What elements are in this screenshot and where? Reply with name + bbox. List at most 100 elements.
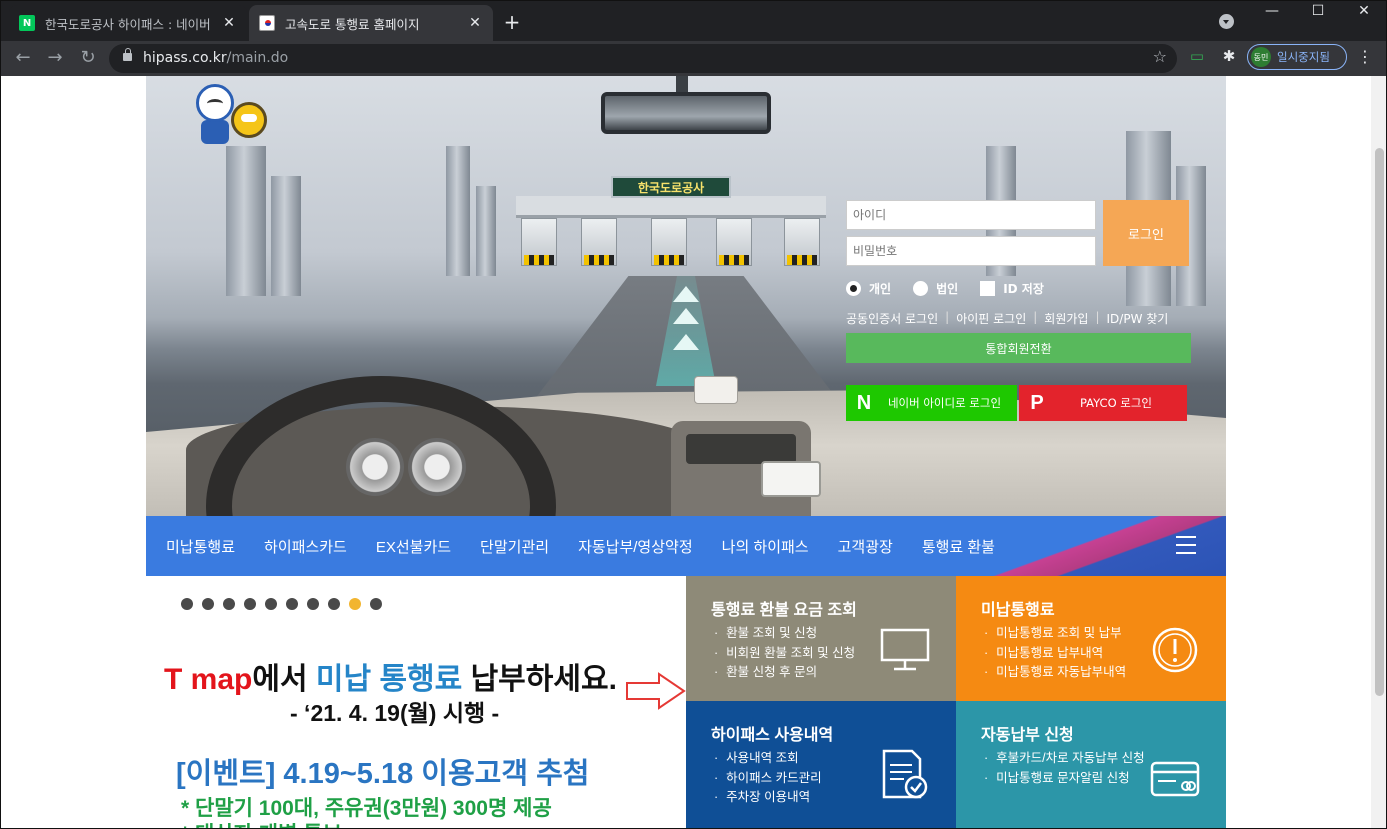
carousel-dot[interactable] xyxy=(328,598,340,610)
tab-naver[interactable]: N 한국도로공사 하이패스 : 네이버 ✕ xyxy=(9,5,247,41)
nav-item-my-hipass[interactable]: 나의 하이패스 xyxy=(722,536,809,557)
tmap-text: T map xyxy=(164,663,253,696)
carousel-dot[interactable] xyxy=(265,598,277,610)
url-host: hipass.co.kr xyxy=(143,50,227,66)
login-button[interactable]: 로그인 xyxy=(1103,200,1189,266)
radio-personal-label: 개인 xyxy=(869,282,892,296)
tile-link[interactable]: 비회원 환불 조회 및 신청 xyxy=(714,644,855,664)
nav-item-unpaid[interactable]: 미납통행료 xyxy=(166,536,235,557)
profile-button[interactable]: 동민 일시중지됨 xyxy=(1247,44,1347,70)
tile-link[interactable]: 하이패스 카드관리 xyxy=(714,769,821,789)
mascot-body xyxy=(201,120,229,144)
dashcam xyxy=(694,376,738,404)
hamburger-menu-icon[interactable] xyxy=(1176,536,1196,554)
rearview-mirror xyxy=(601,92,771,134)
maximize-button[interactable]: ☐ xyxy=(1295,1,1341,23)
carousel-dot[interactable] xyxy=(244,598,256,610)
tv-extension-icon[interactable]: ▭ xyxy=(1187,47,1207,65)
carousel-dot[interactable] xyxy=(370,598,382,610)
nav-item-customer[interactable]: 고객광장 xyxy=(838,536,893,557)
nav-item-autopay[interactable]: 자동납부/영상약정 xyxy=(578,536,693,557)
payco-login-button[interactable]: P PAYCO 로그인 xyxy=(1019,385,1187,421)
hero-visual: 한국도로공사 xyxy=(146,76,1226,516)
radio-corporate[interactable] xyxy=(913,281,929,296)
radio-personal[interactable] xyxy=(846,281,861,296)
console-screen xyxy=(686,434,796,464)
tile-unpaid[interactable]: 미납통행료 미납통행료 조회 및 납부 미납통행료 납부내역 미납통행료 자동납… xyxy=(956,576,1226,701)
close-tab-icon[interactable]: ✕ xyxy=(221,15,237,31)
tab-hipass[interactable]: 고속도로 통행료 홈페이지 ✕ xyxy=(249,5,493,41)
tile-autopay[interactable]: 자동납부 신청 후불카드/차로 자동납부 신청 미납통행료 문자알림 신청 xyxy=(956,701,1226,828)
event-banner[interactable]: T map에서 미납 통행료 납부하세요. - ‘21. 4. 19(월) 시행… xyxy=(146,576,686,828)
back-icon[interactable]: ← xyxy=(11,47,35,71)
password-input[interactable] xyxy=(846,236,1096,266)
mascot-car xyxy=(231,102,267,138)
integrated-member-button[interactable]: 통합회원전환 xyxy=(846,333,1191,363)
tile-link[interactable]: 미납통행료 조회 및 납부 xyxy=(984,624,1126,644)
bookmark-star-icon[interactable]: ☆ xyxy=(1153,47,1167,66)
nav-item-hipass-card[interactable]: 하이패스카드 xyxy=(264,536,347,557)
mascot-logo[interactable] xyxy=(191,84,271,146)
tile-link[interactable]: 환불 조회 및 신청 xyxy=(714,624,855,644)
carousel-dot[interactable] xyxy=(223,598,235,610)
main-nav: 미납통행료 하이패스카드 EX선불카드 단말기관리 자동납부/영상약정 나의 하… xyxy=(146,516,1226,576)
toll-roof xyxy=(516,196,826,218)
carousel-dot[interactable] xyxy=(286,598,298,610)
separator: | xyxy=(1033,310,1038,324)
profile-status: 일시중지됨 xyxy=(1277,50,1330,64)
headline-part: 납부하세요. xyxy=(462,663,617,696)
carousel-dot[interactable] xyxy=(307,598,319,610)
tile-link[interactable]: 후불카드/차로 자동납부 신청 xyxy=(984,749,1144,769)
building xyxy=(476,186,496,276)
nav-item-refund[interactable]: 통행료 환불 xyxy=(922,536,995,557)
url-path: /main.do xyxy=(226,50,289,66)
tile-link[interactable]: 미납통행료 문자알림 신청 xyxy=(984,769,1145,789)
carousel-dot[interactable] xyxy=(202,598,214,610)
nav-item-terminal[interactable]: 단말기관리 xyxy=(480,536,549,557)
tollgate: 한국도로공사 xyxy=(516,176,826,266)
toll-booth xyxy=(651,218,687,266)
naver-login-button[interactable]: N 네이버 아이디로 로그인 xyxy=(846,385,1017,421)
banner-headline: T map에서 미납 통행료 납부하세요. xyxy=(164,654,617,698)
card-icon xyxy=(1150,761,1200,797)
scroll-thumb[interactable] xyxy=(1375,148,1384,696)
new-tab-button[interactable]: + xyxy=(501,10,523,34)
find-idpw-link[interactable]: ID/PW 찾기 xyxy=(1107,310,1169,327)
ipin-login-link[interactable]: 아이핀 로그인 xyxy=(956,310,1026,327)
page-scrollbar[interactable] xyxy=(1371,76,1386,828)
tab-search-icon[interactable] xyxy=(1219,14,1234,29)
building xyxy=(271,176,301,296)
mascot-head xyxy=(196,84,234,122)
close-tab-icon[interactable]: ✕ xyxy=(467,15,483,31)
nav-item-ex-card[interactable]: EX선불카드 xyxy=(376,536,451,557)
forward-icon[interactable]: → xyxy=(43,47,67,71)
toll-booth xyxy=(521,218,557,266)
cert-login-link[interactable]: 공동인증서 로그인 xyxy=(846,310,938,327)
puzzle-extensions-icon[interactable]: ✱ xyxy=(1219,47,1239,65)
carousel-dot[interactable] xyxy=(181,598,193,610)
menu-kebab-icon[interactable]: ⋮ xyxy=(1357,47,1373,66)
carousel-dot[interactable] xyxy=(349,598,361,610)
tile-link[interactable]: 사용내역 조회 xyxy=(714,749,822,769)
tab-title: 한국도로공사 하이패스 : 네이버 xyxy=(45,16,211,32)
lock-icon xyxy=(123,48,132,61)
tile-link[interactable]: 주차장 이용내역 xyxy=(714,788,822,808)
join-link[interactable]: 회원가입 xyxy=(1044,310,1088,327)
naver-logo-icon: N xyxy=(856,391,872,414)
banner-notice: * 대상자 개별 통보 xyxy=(181,818,342,828)
alert-icon xyxy=(1152,627,1198,673)
tile-refund[interactable]: 통행료 환불 요금 조회 환불 조회 및 신청 비회원 환불 조회 및 신청 환… xyxy=(686,576,956,701)
radio-corporate-label: 법인 xyxy=(936,282,959,296)
minimize-button[interactable]: — xyxy=(1249,1,1295,23)
save-id-checkbox[interactable] xyxy=(980,281,996,296)
tile-title: 자동납부 신청 xyxy=(981,727,1074,744)
tile-usage[interactable]: 하이패스 사용내역 사용내역 조회 하이패스 카드관리 주차장 이용내역 xyxy=(686,701,956,828)
close-window-button[interactable]: ✕ xyxy=(1341,1,1386,23)
reload-icon[interactable]: ↻ xyxy=(76,47,100,71)
address-bar[interactable]: hipass.co.kr/main.do ☆ xyxy=(109,44,1177,73)
tile-link[interactable]: 미납통행료 자동납부내역 xyxy=(984,663,1126,683)
tile-link[interactable]: 환불 신청 후 문의 xyxy=(714,663,855,683)
building xyxy=(226,146,266,296)
tile-link[interactable]: 미납통행료 납부내역 xyxy=(984,644,1126,664)
id-input[interactable] xyxy=(846,200,1096,230)
